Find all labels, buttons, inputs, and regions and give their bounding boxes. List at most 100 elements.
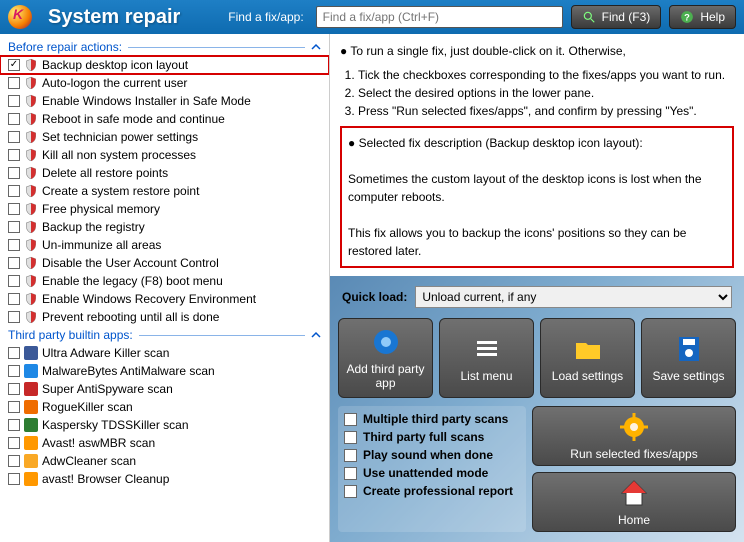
checkbox[interactable] (8, 473, 20, 485)
help-icon: ? (680, 10, 694, 24)
checkbox[interactable] (8, 185, 20, 197)
option-item[interactable]: Third party full scans (344, 430, 520, 444)
shield-icon (24, 166, 38, 180)
fix-item[interactable]: Set technician power settings (0, 128, 329, 146)
panel-button-1[interactable]: List menu (439, 318, 534, 398)
quick-load-label: Quick load: (342, 290, 407, 304)
fix-item[interactable]: Backup desktop icon layout (0, 56, 329, 74)
search-input[interactable] (316, 6, 563, 28)
fix-item[interactable]: Delete all restore points (0, 164, 329, 182)
checkbox[interactable] (8, 257, 20, 269)
option-item[interactable]: Multiple third party scans (344, 412, 520, 426)
fix-item[interactable]: Enable Windows Recovery Environment (0, 290, 329, 308)
fix-item[interactable]: Free physical memory (0, 200, 329, 218)
fix-item[interactable]: Enable Windows Installer in Safe Mode (0, 92, 329, 110)
panel-button-3[interactable]: Save settings (641, 318, 736, 398)
shield-icon (24, 256, 38, 270)
fix-label: Auto-logon the current user (42, 76, 187, 90)
app-icon (24, 472, 38, 486)
checkbox[interactable] (344, 485, 357, 498)
lower-panel: Quick load: Unload current, if any Add t… (330, 276, 744, 542)
checkbox[interactable] (344, 449, 357, 462)
app-icon (24, 418, 38, 432)
app-icon (24, 454, 38, 468)
third-party-item[interactable]: Ultra Adware Killer scan (0, 344, 329, 362)
fix-item[interactable]: Disable the User Account Control (0, 254, 329, 272)
checkbox[interactable] (8, 275, 20, 287)
checkbox[interactable] (8, 221, 20, 233)
app-label: Super AntiSpyware scan (42, 382, 173, 396)
checkbox[interactable] (8, 293, 20, 305)
checkbox[interactable] (8, 77, 20, 89)
checkbox[interactable] (8, 383, 20, 395)
section-third-party[interactable]: Third party builtin apps: (0, 326, 329, 344)
option-item[interactable]: Play sound when done (344, 448, 520, 462)
fix-label: Free physical memory (42, 202, 160, 216)
checkbox[interactable] (8, 419, 20, 431)
third-party-item[interactable]: AdwCleaner scan (0, 452, 329, 470)
shield-icon (24, 130, 38, 144)
checkbox[interactable] (8, 167, 20, 179)
shield-icon (24, 112, 38, 126)
third-party-item[interactable]: MalwareBytes AntiMalware scan (0, 362, 329, 380)
app-label: AdwCleaner scan (42, 454, 136, 468)
run-selected-button[interactable]: Run selected fixes/apps (532, 406, 736, 466)
fix-label: Reboot in safe mode and continue (42, 112, 225, 126)
fix-item[interactable]: Reboot in safe mode and continue (0, 110, 329, 128)
panel-icon (370, 326, 402, 358)
selected-description-box: ● Selected fix description (Backup deskt… (340, 126, 734, 268)
fix-item[interactable]: Un-immunize all areas (0, 236, 329, 254)
checkbox[interactable] (8, 311, 20, 323)
checkbox[interactable] (8, 437, 20, 449)
third-party-item[interactable]: RogueKiller scan (0, 398, 329, 416)
third-party-item[interactable]: avast! Browser Cleanup (0, 470, 329, 488)
checkbox[interactable] (8, 365, 20, 377)
fix-label: Enable Windows Recovery Environment (42, 292, 256, 306)
chevron-up-icon (311, 42, 321, 52)
checkbox[interactable] (8, 149, 20, 161)
app-icon (24, 400, 38, 414)
fix-item[interactable]: Backup the registry (0, 218, 329, 236)
fix-item[interactable]: Auto-logon the current user (0, 74, 329, 92)
chevron-up-icon (311, 330, 321, 340)
third-party-item[interactable]: Avast! aswMBR scan (0, 434, 329, 452)
fix-label: Enable Windows Installer in Safe Mode (42, 94, 251, 108)
app-label: Kaspersky TDSSKiller scan (42, 418, 189, 432)
description-area: ● To run a single fix, just double-click… (330, 34, 744, 276)
app-title: System repair (48, 6, 180, 29)
checkbox[interactable] (8, 131, 20, 143)
shield-icon (24, 220, 38, 234)
checkbox[interactable] (8, 113, 20, 125)
checkbox[interactable] (8, 347, 20, 359)
quick-load-select[interactable]: Unload current, if any (415, 286, 732, 308)
fix-item[interactable]: Enable the legacy (F8) boot menu (0, 272, 329, 290)
app-icon (24, 364, 38, 378)
option-item[interactable]: Use unattended mode (344, 466, 520, 480)
checkbox[interactable] (8, 239, 20, 251)
fix-item[interactable]: Prevent rebooting until all is done (0, 308, 329, 326)
shield-icon (24, 58, 38, 72)
checkbox[interactable] (8, 455, 20, 467)
checkbox[interactable] (8, 59, 20, 71)
fix-label: Disable the User Account Control (42, 256, 219, 270)
panel-button-0[interactable]: Add third party app (338, 318, 433, 398)
option-item[interactable]: Create professional report (344, 484, 520, 498)
third-party-item[interactable]: Kaspersky TDSSKiller scan (0, 416, 329, 434)
checkbox[interactable] (344, 413, 357, 426)
home-button[interactable]: Home (532, 472, 736, 532)
panel-button-2[interactable]: Load settings (540, 318, 635, 398)
checkbox[interactable] (8, 95, 20, 107)
fix-item[interactable]: Kill all non system processes (0, 146, 329, 164)
fix-item[interactable]: Create a system restore point (0, 182, 329, 200)
help-button[interactable]: ? Help (669, 5, 736, 29)
third-party-item[interactable]: Super AntiSpyware scan (0, 380, 329, 398)
checkbox[interactable] (344, 431, 357, 444)
checkbox[interactable] (8, 203, 20, 215)
quick-load-row: Quick load: Unload current, if any (338, 284, 736, 310)
panel-icon (471, 333, 503, 365)
fix-label: Enable the legacy (F8) boot menu (42, 274, 223, 288)
checkbox[interactable] (8, 401, 20, 413)
section-before-repair[interactable]: Before repair actions: (0, 38, 329, 56)
find-button[interactable]: Find (F3) (571, 5, 662, 29)
checkbox[interactable] (344, 467, 357, 480)
